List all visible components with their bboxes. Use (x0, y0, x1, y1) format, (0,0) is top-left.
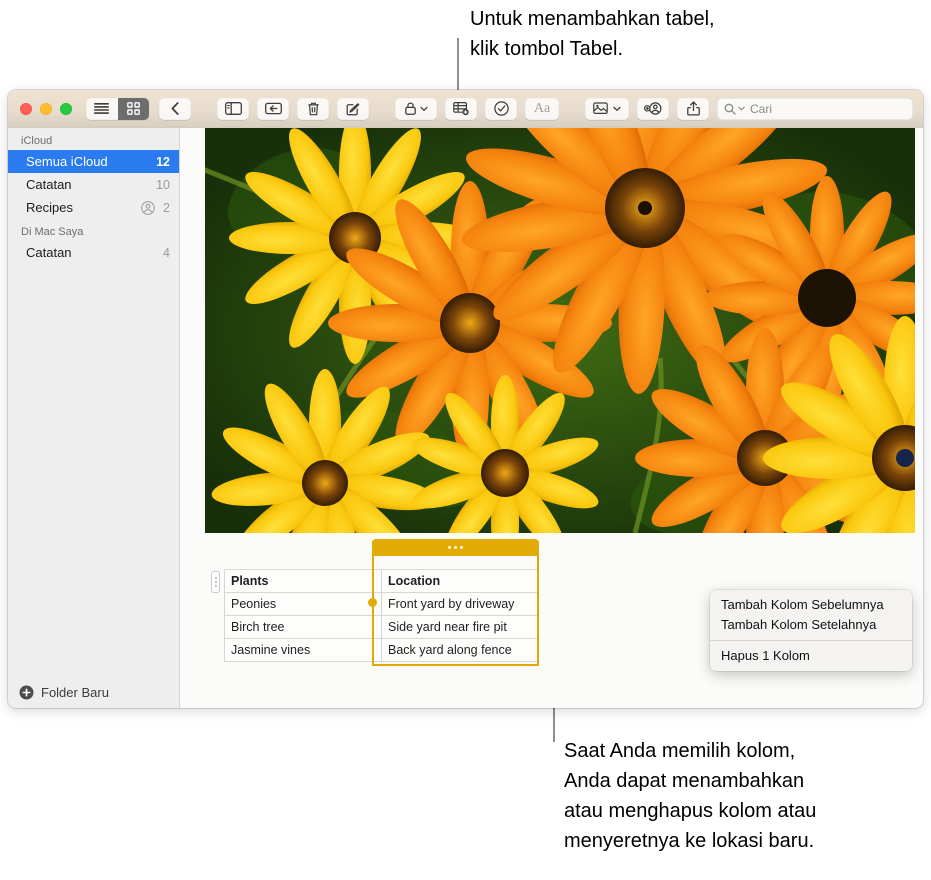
list-view-icon[interactable] (86, 98, 118, 120)
toolbar: Aa Cari (8, 90, 923, 128)
sidebar-section-title-di-mac-saya: Di Mac Saya (21, 226, 84, 238)
table-header-cell-plants[interactable]: Plants (224, 569, 382, 593)
menu-item-add-column-before[interactable]: Tambah Kolom Sebelumnya (710, 595, 912, 615)
table-cell[interactable]: Peonies (224, 592, 382, 616)
new-folder-label: Folder Baru (41, 684, 109, 700)
grid-view-icon[interactable] (117, 97, 149, 120)
table-row: Jasmine vines Back yard along fence (224, 638, 539, 662)
plants-table[interactable]: Plants Location Peonies Front yard by dr… (224, 569, 539, 662)
table-cell[interactable]: Front yard by driveway (381, 592, 539, 616)
checklist-button[interactable] (485, 97, 517, 120)
note-content-area: Plants Location Peonies Front yard by dr… (180, 128, 923, 708)
sidebar-item-label: Catatan (26, 177, 72, 192)
search-placeholder-text: Cari (750, 101, 773, 116)
maximize-window-button[interactable] (60, 102, 72, 115)
window-body: iCloud Semua iCloud 12 Catatan 10 Recipe… (8, 128, 923, 708)
sidebar-item-count: 4 (163, 245, 170, 260)
search-icon (724, 103, 736, 115)
table-cell[interactable]: Jasmine vines (224, 638, 382, 662)
compose-note-button[interactable] (337, 97, 369, 120)
add-people-button[interactable] (637, 97, 669, 120)
callout-top-text: Untuk menambahkan tabel, klik tombol Tab… (470, 8, 715, 60)
view-mode-segmented-control[interactable] (86, 97, 149, 120)
callout-bottom-text: Saat Anda memilih kolom, Anda dapat mena… (564, 740, 817, 852)
chevron-down-icon (613, 106, 621, 111)
sidebar-item-label: Catatan (26, 245, 72, 260)
table-cell[interactable]: Back yard along fence (381, 638, 539, 662)
format-button: Aa (525, 97, 559, 120)
sidebar-section-title-icloud: iCloud (21, 135, 53, 147)
sidebar-toggle-button[interactable] (217, 97, 249, 120)
sidebar-item-label: Semua iCloud (26, 154, 108, 169)
shared-folder-person-icon (141, 200, 155, 215)
note-photo[interactable] (205, 128, 915, 533)
table-row-handle[interactable] (211, 571, 220, 593)
notes-app-window: Aa Cari iCloud Semua iCloud 12 Catatan 1… (8, 90, 923, 708)
sidebar-item-count: 10 (156, 177, 170, 192)
share-button[interactable] (677, 97, 709, 120)
table-row: Peonies Front yard by driveway (224, 592, 539, 616)
search-input[interactable]: Cari (717, 97, 913, 120)
chevron-down-icon (419, 106, 428, 111)
window-controls (20, 102, 72, 115)
menu-item-delete-column[interactable]: Hapus 1 Kolom (710, 646, 912, 666)
sidebar-item-recipes[interactable]: Recipes 2 (8, 196, 179, 219)
minimize-window-button[interactable] (40, 102, 52, 115)
format-label: Aa (533, 100, 551, 116)
lock-note-button[interactable] (395, 97, 437, 120)
selected-column-handle[interactable] (372, 539, 539, 556)
delete-note-button[interactable] (297, 97, 329, 120)
column-context-menu[interactable]: Tambah Kolom Sebelumnya Tambah Kolom Set… (710, 590, 912, 671)
menu-separator (710, 640, 912, 641)
sidebar-item-semua-icloud[interactable]: Semua iCloud 12 (8, 150, 179, 173)
sidebar: iCloud Semua iCloud 12 Catatan 10 Recipe… (8, 128, 180, 708)
new-folder-button[interactable]: Folder Baru (8, 676, 179, 708)
table-cell[interactable]: Birch tree (224, 615, 382, 639)
table-header-row: Plants Location (224, 569, 539, 593)
sidebar-item-catatan-icloud[interactable]: Catatan 10 (8, 173, 179, 196)
table-row: Birch tree Side yard near fire pit (224, 615, 539, 639)
add-table-button[interactable] (445, 97, 477, 120)
table-header-cell-location[interactable]: Location (381, 569, 539, 593)
move-to-folder-button[interactable] (257, 97, 289, 120)
column-resize-dot[interactable] (368, 598, 377, 607)
add-media-button[interactable] (585, 97, 629, 120)
sidebar-item-catatan-local[interactable]: Catatan 4 (8, 241, 179, 264)
sidebar-item-label: Recipes (26, 200, 73, 215)
table-cell[interactable]: Side yard near fire pit (381, 615, 539, 639)
close-window-button[interactable] (20, 102, 32, 115)
plus-circle-icon (19, 685, 34, 699)
sidebar-item-count: 12 (156, 154, 170, 169)
menu-item-add-column-after[interactable]: Tambah Kolom Setelahnya (710, 615, 912, 635)
search-chevron-down-icon (738, 106, 745, 111)
sidebar-item-count: 2 (163, 200, 170, 215)
back-button[interactable] (159, 97, 191, 120)
